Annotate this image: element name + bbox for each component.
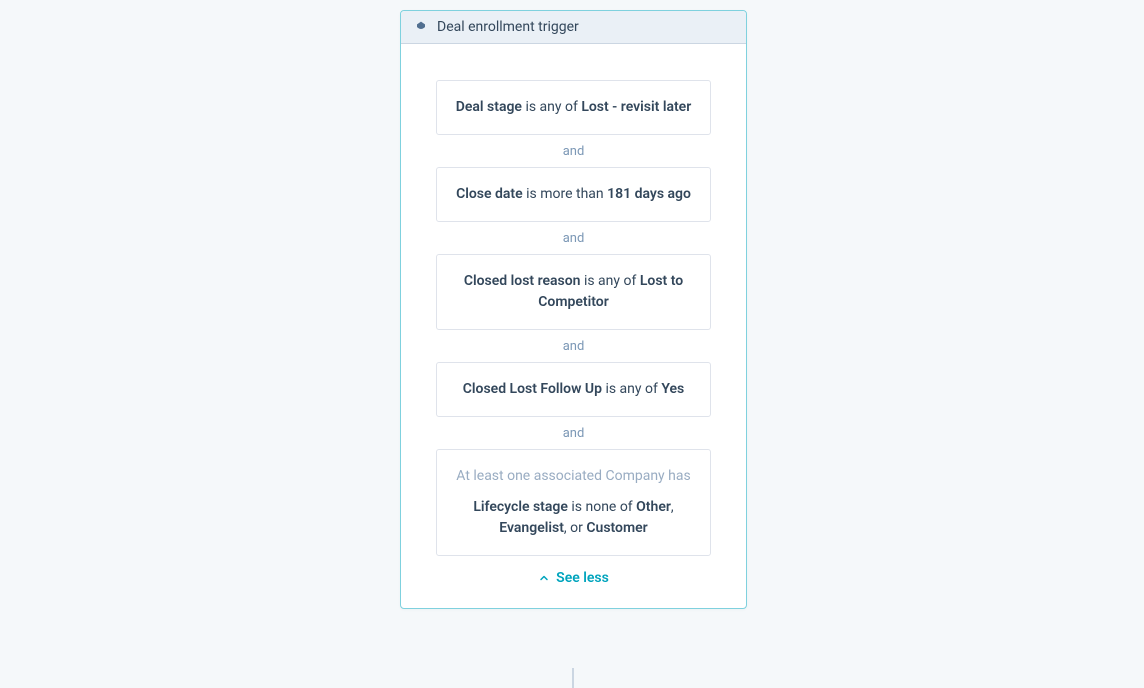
- handshake-icon: [413, 19, 429, 35]
- criteria-association-text: At least one associated Company has: [453, 466, 694, 487]
- criteria-text: Close date is more than 181 days ago: [453, 184, 694, 205]
- criteria-field: Lifecycle stage: [473, 499, 568, 515]
- criteria-field: Closed Lost Follow Up: [463, 381, 602, 397]
- criteria-sep: , or: [564, 520, 586, 536]
- criteria-sep: ,: [671, 499, 674, 515]
- chevron-up-icon: [538, 572, 550, 584]
- criteria-value: Customer: [586, 520, 647, 536]
- trigger-card[interactable]: Deal enrollment trigger Deal stage is an…: [400, 10, 747, 609]
- criteria-operator: is any of: [522, 99, 581, 115]
- connector: and: [436, 417, 711, 449]
- trigger-header-title: Deal enrollment trigger: [437, 19, 579, 35]
- criteria-text: Deal stage is any of Lost - revisit late…: [453, 97, 694, 118]
- connector-label: and: [563, 339, 585, 354]
- connector-label: and: [563, 426, 585, 441]
- criteria-operator: is none of: [568, 499, 636, 515]
- see-less-button[interactable]: See less: [436, 556, 711, 590]
- criteria-text: Lifecycle stage is none of Other, Evange…: [453, 497, 694, 539]
- criteria-text: Closed lost reason is any of Lost to Com…: [453, 271, 694, 313]
- criteria-box-close-date[interactable]: Close date is more than 181 days ago: [436, 167, 711, 222]
- criteria-value: Evangelist: [499, 520, 564, 536]
- criteria-field: Deal stage: [456, 99, 522, 115]
- connector: and: [436, 222, 711, 254]
- trigger-header: Deal enrollment trigger: [401, 11, 746, 44]
- criteria-operator: is any of: [602, 381, 661, 397]
- connector: and: [436, 135, 711, 167]
- see-less-label: See less: [556, 570, 609, 586]
- criteria-value: Yes: [661, 381, 684, 397]
- criteria-box-closed-lost-reason[interactable]: Closed lost reason is any of Lost to Com…: [436, 254, 711, 330]
- connector-label: and: [563, 144, 585, 159]
- flow-connector-line: [572, 668, 574, 688]
- criteria-box-associated-company[interactable]: At least one associated Company has Life…: [436, 449, 711, 556]
- criteria-value: Other: [636, 499, 671, 515]
- criteria-value: Lost - revisit later: [581, 99, 691, 115]
- criteria-box-follow-up[interactable]: Closed Lost Follow Up is any of Yes: [436, 362, 711, 417]
- connector-label: and: [563, 231, 585, 246]
- criteria-operator: is more than: [523, 186, 607, 202]
- criteria-field: Closed lost reason: [464, 273, 581, 289]
- criteria-field: Close date: [456, 186, 523, 202]
- trigger-body: Deal stage is any of Lost - revisit late…: [401, 44, 746, 608]
- criteria-operator: is any of: [580, 273, 639, 289]
- connector: and: [436, 330, 711, 362]
- criteria-value: 181 days ago: [607, 186, 691, 202]
- criteria-box-deal-stage[interactable]: Deal stage is any of Lost - revisit late…: [436, 80, 711, 135]
- criteria-text: Closed Lost Follow Up is any of Yes: [453, 379, 694, 400]
